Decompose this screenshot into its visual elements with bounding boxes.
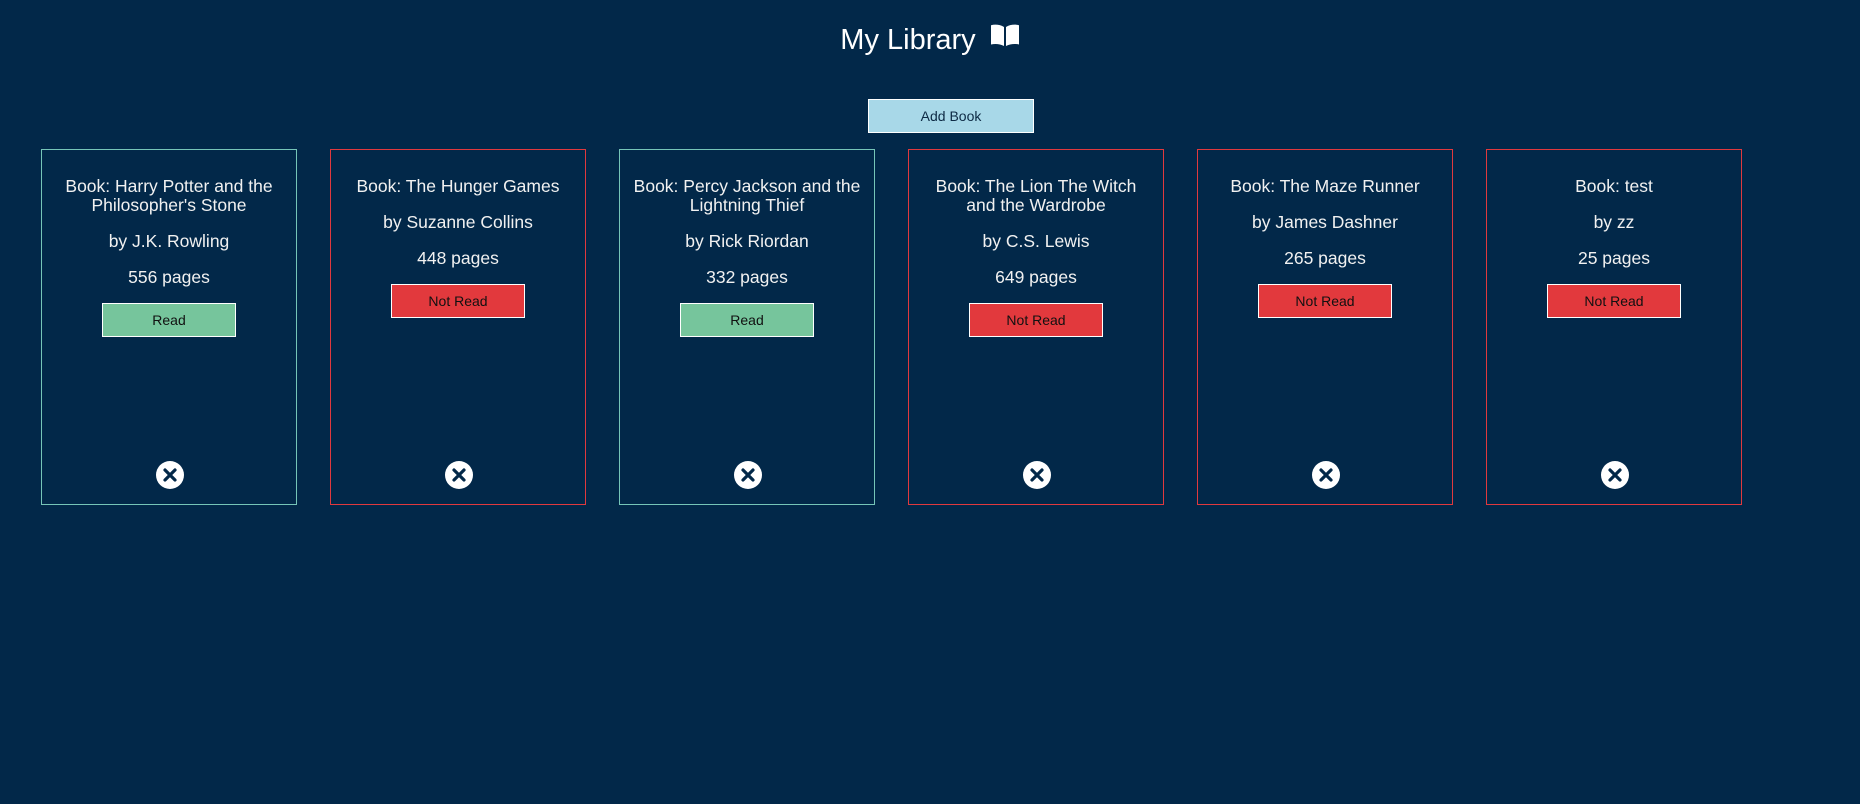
book-title: Book: Percy Jackson and the Lightning Th… [633,176,861,215]
read-status-button[interactable]: Read [680,303,814,337]
book-pages: 25 pages [1577,248,1650,268]
close-icon [1030,468,1044,482]
book-card: Book: test by zz 25 pages Not Read [1486,149,1742,505]
read-status-button[interactable]: Not Read [1258,284,1392,318]
book-title: Book: test [1575,176,1653,196]
close-icon [741,468,755,482]
book-title: Book: The Lion The Witch and the Wardrob… [935,176,1137,215]
book-grid: Book: Harry Potter and the Philosopher's… [41,149,1742,505]
book-pages: 332 pages [706,267,788,287]
book-title: Book: The Maze Runner [1230,176,1420,196]
book-card: Book: The Maze Runner by James Dashner 2… [1197,149,1453,505]
book-author: by zz [1593,212,1635,232]
book-author: by Rick Riordan [685,231,809,251]
read-status-button[interactable]: Not Read [969,303,1103,337]
page-header: My Library [0,22,1860,58]
read-status-button[interactable]: Not Read [1547,284,1681,318]
book-author: by James Dashner [1252,212,1398,232]
remove-book-button[interactable] [445,461,473,489]
close-icon [1319,468,1333,482]
remove-book-button[interactable] [734,461,762,489]
add-book-button[interactable]: Add Book [868,99,1034,133]
remove-book-button[interactable] [156,461,184,489]
remove-book-button[interactable] [1023,461,1051,489]
book-card: Book: The Lion The Witch and the Wardrob… [908,149,1164,505]
read-status-button[interactable]: Read [102,303,236,337]
open-book-icon [990,20,1020,56]
remove-book-button[interactable] [1601,461,1629,489]
book-pages: 448 pages [417,248,499,268]
book-pages: 556 pages [128,267,210,287]
book-author: by J.K. Rowling [108,231,230,251]
book-pages: 265 pages [1284,248,1366,268]
book-title: Book: The Hunger Games [356,176,560,196]
close-icon [452,468,466,482]
read-status-button[interactable]: Not Read [391,284,525,318]
book-author: by C.S. Lewis [982,231,1090,251]
book-title: Book: Harry Potter and the Philosopher's… [65,176,273,215]
page-title: My Library [840,24,976,56]
book-pages: 649 pages [995,267,1077,287]
book-card: Book: The Hunger Games by Suzanne Collin… [330,149,586,505]
book-author: by Suzanne Collins [383,212,533,232]
remove-book-button[interactable] [1312,461,1340,489]
book-card: Book: Harry Potter and the Philosopher's… [41,149,297,505]
close-icon [1608,468,1622,482]
close-icon [163,468,177,482]
book-card: Book: Percy Jackson and the Lightning Th… [619,149,875,505]
